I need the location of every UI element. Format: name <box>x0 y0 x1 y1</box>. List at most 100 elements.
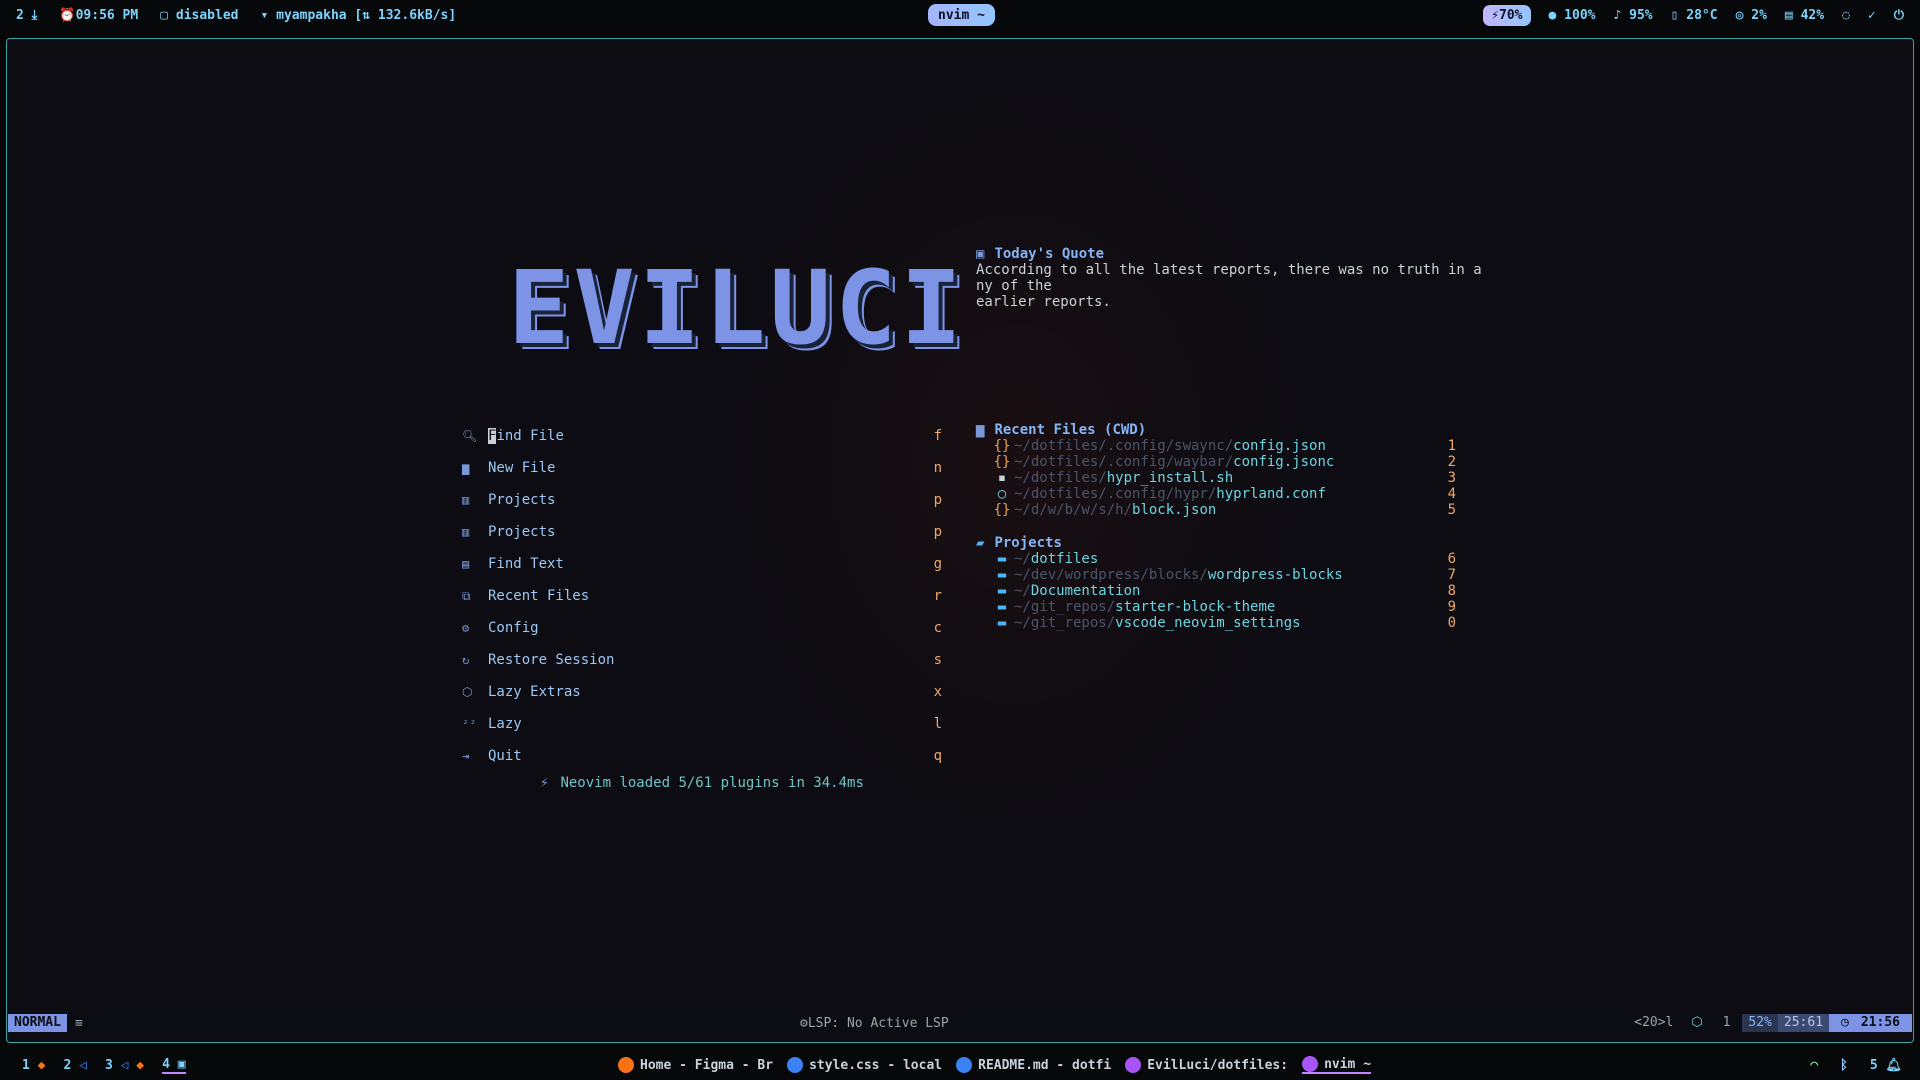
mode-indicator: NORMAL <box>8 1014 67 1032</box>
menu-item-projects-2[interactable]: ▥ Projects p <box>462 516 946 548</box>
brave-icon <box>618 1057 634 1073</box>
quote-section: ▣ Today's Quote According to all the late… <box>976 246 1482 310</box>
notifications[interactable]: 5 🔔︎ <box>1870 1058 1902 1073</box>
project-row[interactable]: ▬ ~/git_repos/starter-block-theme 9 <box>976 599 1456 615</box>
quote-title: Today's Quote <box>994 246 1105 262</box>
exit-icon: ⇥ <box>462 749 470 763</box>
menu-item-restore-session[interactable]: ↻ Restore Session s <box>462 644 946 676</box>
quote-line: ny of the <box>976 278 1052 294</box>
lsp-status: ⚙LSP: No Active LSP <box>800 1015 949 1031</box>
menu-key: s <box>933 652 942 668</box>
task-item[interactable]: EvilLuci/dotfiles: <box>1125 1057 1288 1073</box>
scroll-percent: 52% <box>1742 1014 1778 1032</box>
recent-file-row[interactable]: {} ~/d/w/b/w/s/h/block.json 5 <box>976 502 1456 518</box>
top-bar: 2 ⤓ ⏰09:56 PM ▢ disabled ▾ myampakha [⇅ … <box>0 0 1920 30</box>
power-icon[interactable]: ⏻ <box>1894 8 1904 23</box>
recent-file-row[interactable]: {} ~/dotfiles/.config/waybar/config.jsonc… <box>976 454 1456 470</box>
workspace-3[interactable]: 3 ◁ ◆ <box>105 1058 144 1073</box>
menu-item-quit[interactable]: ⇥ Quit q <box>462 740 946 772</box>
lock-icon: ▢ <box>160 7 176 23</box>
menu-label: Projects <box>488 524 556 540</box>
workspace-1[interactable]: 1 ◆ <box>22 1058 45 1073</box>
brightness-icon: ● <box>1548 7 1565 23</box>
menu-key: p <box>933 492 942 508</box>
project-row[interactable]: ▬ ~/git_repos/vscode_neovim_settings 0 <box>976 615 1456 631</box>
menu-key: f <box>933 428 942 444</box>
project-row[interactable]: ▬ ~/Documentation 8 <box>976 583 1456 599</box>
project-row[interactable]: ▬ ~/dotfiles 6 <box>976 551 1456 567</box>
project-row[interactable]: ▬ ~/dev/wordpress/blocks/wordpress-blocks… <box>976 567 1456 583</box>
folder-icon: ▬ <box>997 599 1007 615</box>
folder-icon: ▬ <box>997 615 1007 631</box>
workspace-4[interactable]: 4 ▣ <box>162 1057 186 1074</box>
memory-indicator[interactable]: ▤ 42% <box>1785 8 1824 23</box>
menu-item-config[interactable]: ⚙ Config c <box>462 612 946 644</box>
pending-keys: <20>l <box>1634 1015 1674 1030</box>
text-search-icon: ▤ <box>462 557 470 571</box>
projects-icon: ▥ <box>462 525 470 539</box>
menu-key: x <box>933 684 942 700</box>
menu-item-find-text[interactable]: ▤ Find Text g <box>462 548 946 580</box>
clock[interactable]: ⏰09:56 PM <box>59 8 138 23</box>
menu-item-find-file[interactable]: 🔍︎ Find File f <box>462 420 946 452</box>
terminal-icon <box>1302 1056 1319 1072</box>
sleep-icon: ᶻᶻ <box>462 717 477 731</box>
workspace-2[interactable]: 2 ◁ <box>63 1058 86 1073</box>
recent-files-title: Recent Files (CWD) <box>994 422 1147 438</box>
startup-stats: ⚡ Neovim loaded 5/61 plugins in 34.4ms <box>540 775 864 791</box>
json-icon: {} <box>993 502 1011 518</box>
task-item[interactable]: style.css - local <box>787 1057 942 1073</box>
system-tray: ◠ ᛒ 5 🔔︎ <box>1810 1050 1902 1080</box>
volume-indicator[interactable]: ♪ 95% <box>1613 8 1652 23</box>
recent-files-icon: ⧉ <box>462 588 471 603</box>
dashboard-logo: EVILUCI <box>508 249 966 368</box>
temperature-indicator[interactable]: ▯ 28°C <box>1671 8 1718 23</box>
task-item[interactable]: Home - Figma - Br <box>618 1057 773 1073</box>
quote-icon: ▣ <box>976 246 985 262</box>
file-icon: ▆ <box>462 461 470 475</box>
wifi-icon[interactable]: ◠ <box>1810 1058 1818 1073</box>
brightness-indicator[interactable]: ● 100% <box>1549 8 1596 23</box>
script-icon: ▪ <box>997 470 1007 486</box>
cursor-position: 25:61 <box>1777 1014 1830 1032</box>
plugin-count: ⬡ 1 <box>1679 1014 1742 1032</box>
updates-indicator[interactable]: 2 ⤓ <box>16 8 37 23</box>
task-item[interactable]: README.md - dotfi <box>956 1057 1111 1073</box>
terminal-window <box>6 38 1914 1043</box>
recent-files-section: ▆ Recent Files (CWD) {} ~/dotfiles/.config… <box>976 422 1456 518</box>
idle-inhibitor[interactable]: ▢ disabled <box>160 8 238 23</box>
projects-section: ▰ Projects ▬ ~/dotfiles 6 ▬ ~/dev/wordpress/… <box>976 535 1456 631</box>
nvim-statusline: NORMAL ≡ ⚙LSP: No Active LSP <20>l ⬡ 1 5… <box>8 1014 1912 1032</box>
menu-item-new-file[interactable]: ▆ New File n <box>462 452 946 484</box>
check-icon[interactable]: ✓ <box>1868 8 1876 23</box>
menu-item-recent-files[interactable]: ⧉ Recent Files r <box>462 580 946 612</box>
vscode-icon <box>787 1057 804 1073</box>
menu-item-lazy[interactable]: ᶻᶻ Lazy l <box>462 708 946 740</box>
eye-off-icon[interactable]: ◌ <box>1842 8 1850 23</box>
vscode-icon: ◁ <box>79 1057 87 1073</box>
wifi-icon: ▾ <box>260 7 277 23</box>
speaker-icon: ♪ <box>1613 7 1630 23</box>
box-icon: ⬡ <box>1691 1015 1711 1030</box>
cpu-indicator[interactable]: ◎ 2% <box>1736 8 1767 23</box>
recent-file-row[interactable]: ▪ ~/dotfiles/hypr_install.sh 3 <box>976 470 1456 486</box>
recent-file-row[interactable]: {} ~/dotfiles/.config/swaync/config.json 1 <box>976 438 1456 454</box>
box-icon: ⬡ <box>462 685 473 699</box>
battery-pill[interactable]: ⚡70% <box>1483 4 1531 26</box>
top-bar-left: 2 ⤓ ⏰09:56 PM ▢ disabled ▾ myampakha [⇅ … <box>16 0 456 30</box>
network-indicator[interactable]: ▾ myampakha [⇅ 132.6kB/s] <box>261 8 457 23</box>
task-item-active[interactable]: nvim ~ <box>1302 1056 1372 1074</box>
menu-label: Find Text <box>488 556 564 572</box>
quote-line: According to all the latest reports, the… <box>976 262 1482 278</box>
clock-icon: ◷ <box>1841 1015 1849 1030</box>
menu-label: ind File <box>496 428 564 444</box>
menu-key: q <box>933 748 942 764</box>
menu-label: Recent Files <box>488 588 590 604</box>
gear-icon: ⚙ <box>462 621 470 635</box>
menu-label: Lazy <box>488 716 522 732</box>
menu-item-lazy-extras[interactable]: ⬡ Lazy Extras x <box>462 676 946 708</box>
recent-file-row[interactable]: ○ ~/dotfiles/.config/hypr/hyprland.conf 4 <box>976 486 1456 502</box>
menu-item-projects[interactable]: ▥ Projects p <box>462 484 946 516</box>
bluetooth-icon[interactable]: ᛒ <box>1840 1058 1848 1073</box>
github-icon <box>1125 1057 1142 1073</box>
